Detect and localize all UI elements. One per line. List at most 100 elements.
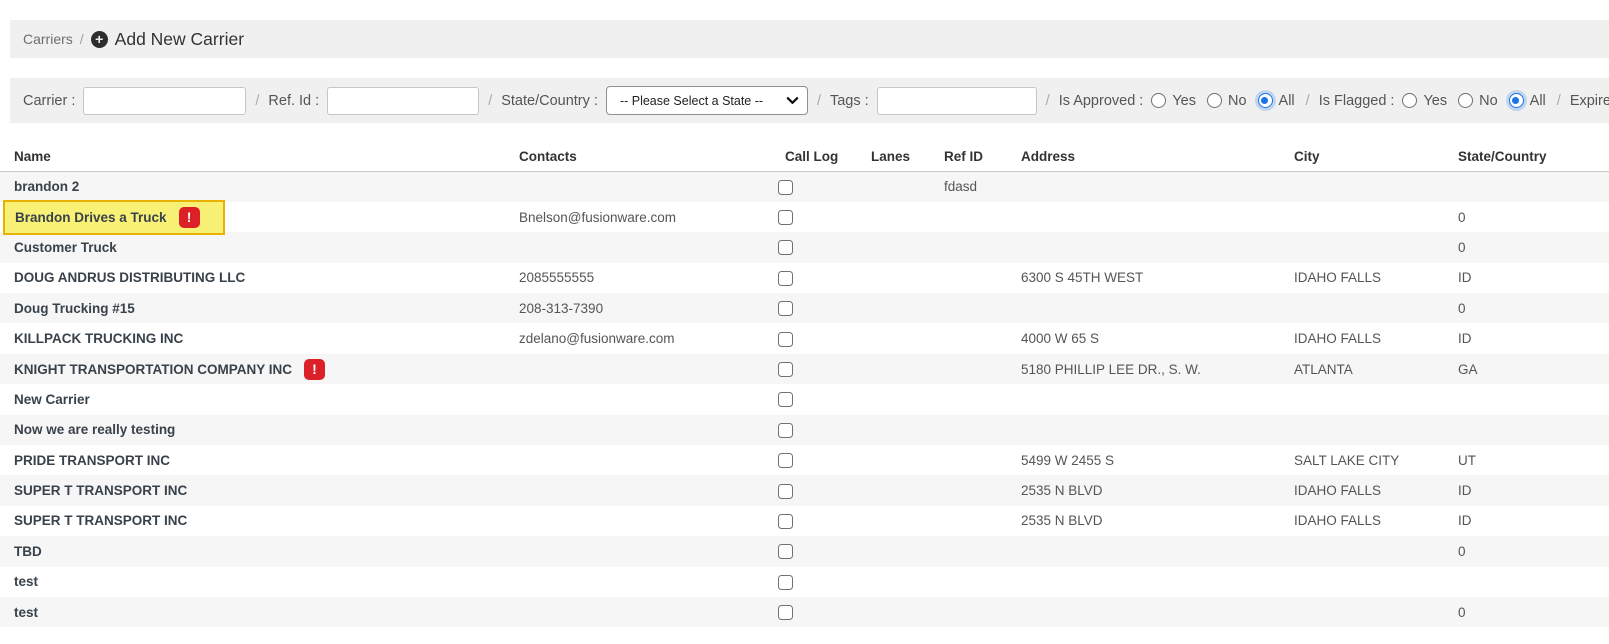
state-select[interactable]: -- Please Select a State -- (605, 86, 808, 115)
ref-id-cell (930, 445, 1007, 475)
is-approved-all-radio[interactable] (1257, 93, 1273, 108)
flag-exclamation-icon: ! (178, 206, 200, 228)
carrier-name: Now we are really testing (14, 422, 176, 438)
tags-filter-input[interactable] (876, 86, 1037, 115)
lanes-cell (857, 475, 930, 505)
carrier-name: KNIGHT TRANSPORTATION COMPANY INC (14, 361, 292, 377)
address-cell: 4000 W 65 S (1021, 331, 1100, 347)
is-approved-no-radio-label: No (1227, 92, 1247, 109)
breadcrumb-carriers[interactable]: Carriers (23, 31, 73, 47)
city-cell (1280, 597, 1444, 627)
address-cell (1007, 536, 1280, 566)
carrier-name: PRIDE TRANSPORT INC (14, 452, 171, 468)
filter-separator: / (255, 92, 260, 109)
ref-id-cell (930, 323, 1007, 353)
contacts-cell (505, 172, 771, 202)
is-flagged-all-radio[interactable] (1508, 93, 1524, 108)
is-approved-no-radio[interactable] (1206, 93, 1222, 108)
address-cell (1007, 293, 1280, 323)
table-row[interactable]: Doug Trucking #15 208-313-7390 0 (0, 293, 1609, 324)
table-row[interactable]: Now we are really testing (0, 414, 1609, 446)
state-select-wrap: -- Please Select a State -- (605, 86, 808, 115)
contacts-cell (505, 567, 771, 597)
call-log-checkbox[interactable] (778, 362, 793, 377)
filter-separator: / (816, 92, 821, 109)
table-row[interactable]: test 0 (0, 596, 1609, 628)
call-log-checkbox[interactable] (778, 605, 793, 621)
state-country-cell: ID (1458, 483, 1472, 499)
call-log-checkbox[interactable] (778, 483, 793, 499)
call-log-checkbox[interactable] (778, 179, 793, 195)
contacts-cell: 2085555555 (519, 270, 595, 286)
call-log-checkbox[interactable] (778, 453, 793, 469)
call-log-checkbox[interactable] (778, 544, 793, 560)
table-row[interactable]: DOUG ANDRUS DISTRIBUTING LLC 2085555555 63… (0, 263, 1609, 293)
table-row[interactable]: Brandon Drives a Truck! Bnelson@fusionwar… (0, 199, 1609, 235)
is-approved-label: Is Approved : (1058, 92, 1144, 109)
city-cell: SALT LAKE CITY (1294, 452, 1400, 468)
name-cell: SUPER T TRANSPORT INC (0, 475, 505, 505)
carrier-filter-label: Carrier : (23, 92, 76, 109)
call-log-cell (771, 323, 857, 353)
ref-id-cell (930, 232, 1007, 262)
is-flagged-label: Is Flagged : (1318, 92, 1395, 109)
table-row[interactable]: brandon 2 fdasd (0, 171, 1609, 202)
name-cell: PRIDE TRANSPORT INC (0, 445, 505, 475)
state-country-cell: GA (1458, 361, 1478, 377)
call-log-checkbox[interactable] (778, 392, 793, 408)
flag-exclamation-icon: ! (304, 358, 325, 380)
is-approved-yes-radio[interactable] (1151, 93, 1167, 108)
table-row[interactable]: KNIGHT TRANSPORTATION COMPANY INC! 5180 P… (0, 353, 1609, 385)
name-cell: SUPER T TRANSPORT INC (0, 506, 505, 536)
is-flagged-yes-radio[interactable] (1402, 93, 1418, 108)
contacts-cell (505, 354, 771, 384)
state-country-cell: 0 (1458, 604, 1466, 620)
contacts-cell (505, 445, 771, 475)
column-header-ref-id: Ref ID (930, 143, 1007, 172)
lanes-cell (857, 202, 930, 232)
ref-id-cell (930, 415, 1007, 445)
is-flagged-no-radio[interactable] (1458, 93, 1474, 108)
table-row[interactable]: test (0, 567, 1609, 597)
table-row[interactable]: SUPER T TRANSPORT INC 2535 N BLVD IDAHO FA… (0, 506, 1609, 536)
contacts-cell (505, 415, 771, 445)
call-log-checkbox[interactable] (778, 270, 793, 286)
call-log-cell (771, 384, 857, 414)
city-cell: IDAHO FALLS (1294, 483, 1382, 499)
add-new-carrier-button[interactable]: + Add New Carrier (90, 29, 244, 50)
state-country-cell: 0 (1458, 543, 1466, 559)
carrier-filter-input[interactable] (83, 86, 247, 115)
call-log-checkbox[interactable] (778, 331, 793, 347)
column-header-state-country: State/Country (1444, 143, 1609, 172)
column-header-address: Address (1007, 143, 1280, 172)
call-log-checkbox[interactable] (778, 240, 793, 256)
call-log-checkbox[interactable] (778, 513, 793, 529)
contacts-cell (505, 536, 771, 566)
lanes-cell (857, 597, 930, 627)
call-log-checkbox[interactable] (778, 422, 793, 438)
call-log-checkbox[interactable] (778, 574, 793, 590)
call-log-checkbox[interactable] (778, 301, 793, 317)
contacts-cell (505, 506, 771, 536)
name-cell: Customer Truck (0, 232, 505, 262)
table-row[interactable]: PRIDE TRANSPORT INC 5499 W 2455 S SALT LAK… (0, 445, 1609, 475)
address-cell: 6300 S 45TH WEST (1021, 270, 1144, 286)
table-row[interactable]: SUPER T TRANSPORT INC 2535 N BLVD IDAHO FA… (0, 475, 1609, 506)
call-log-cell (771, 263, 857, 293)
table-row[interactable]: New Carrier (0, 384, 1609, 414)
call-log-checkbox[interactable] (778, 210, 793, 226)
name-cell: Doug Trucking #15 (0, 293, 505, 323)
table-row[interactable]: KILLPACK TRUCKING INC zdelano@fusionware.… (0, 323, 1609, 353)
is-flagged-all-radio-label: All (1529, 92, 1546, 109)
city-cell: ATLANTA (1294, 361, 1353, 377)
ref-id-filter-input[interactable] (327, 86, 480, 115)
city-cell (1280, 202, 1444, 232)
is-approved-yes-radio-label: Yes (1172, 92, 1196, 109)
call-log-cell (771, 232, 857, 262)
table-row[interactable]: Customer Truck 0 (0, 232, 1609, 263)
address-cell: 5180 PHILLIP LEE DR., S. W. (1021, 361, 1201, 377)
table-row[interactable]: TBD 0 (0, 536, 1609, 567)
ref-id-cell (930, 536, 1007, 566)
name-cell: KILLPACK TRUCKING INC (0, 323, 505, 353)
is-approved-all-radio-label: All (1278, 92, 1295, 109)
